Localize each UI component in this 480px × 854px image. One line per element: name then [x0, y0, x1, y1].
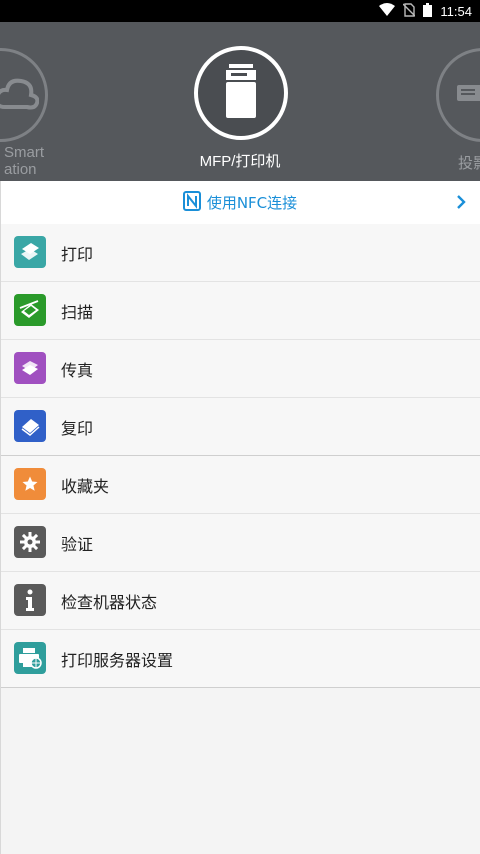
no-sim-icon — [402, 2, 416, 21]
device-label-left: Smart ation — [4, 144, 64, 178]
status-bar: 11:54 — [0, 0, 480, 22]
function-menu: 打印 扫描 传真 复印 收藏夹 验证 检查机器状态 打印服务器设置 — [0, 224, 480, 688]
nfc-connect-button[interactable]: 使用NFC连接 — [0, 181, 480, 225]
device-label-center: MFP/打印机 — [199, 153, 281, 170]
menu-item-print[interactable]: 打印 — [0, 224, 480, 282]
cloud-icon — [0, 75, 40, 117]
print-icon — [14, 236, 46, 268]
menu-label-copy: 复印 — [61, 418, 94, 438]
menu-item-fax[interactable]: 传真 — [0, 340, 480, 398]
nfc-connect-content: 使用NFC连接 — [182, 190, 298, 215]
menu-label-print-server-settings: 打印服务器设置 — [61, 650, 174, 670]
menu-label-authentication: 验证 — [61, 534, 94, 554]
scan-icon — [14, 294, 46, 326]
copy-icon — [14, 410, 46, 442]
nfc-connect-label: 使用NFC连接 — [206, 194, 298, 212]
device-carousel[interactable]: Smart ation MFP/打印机 投影 — [0, 22, 480, 181]
battery-icon — [423, 2, 433, 21]
projector-icon — [457, 85, 480, 109]
menu-item-scan[interactable]: 扫描 — [0, 282, 480, 340]
print-server-icon — [14, 642, 46, 674]
nfc-icon — [182, 190, 201, 215]
device-mfp-printer[interactable] — [194, 46, 288, 140]
info-icon — [14, 584, 46, 616]
device-label-left-line1: Smart — [4, 144, 45, 161]
menu-item-favorites[interactable]: 收藏夹 — [0, 456, 480, 514]
menu-label-favorites: 收藏夹 — [61, 476, 110, 496]
chevron-right-icon — [456, 194, 466, 214]
menu-label-scan: 扫描 — [61, 302, 94, 322]
status-icons: 11:54 — [379, 0, 472, 22]
mfp-printer-icon — [223, 64, 259, 122]
fax-icon — [14, 352, 46, 384]
status-time: 11:54 — [440, 3, 472, 19]
star-icon — [14, 468, 46, 500]
device-projector[interactable] — [436, 48, 480, 142]
divider — [0, 181, 1, 854]
device-label-left-line2: ation — [4, 161, 37, 178]
device-label-right: 投影 — [458, 155, 480, 172]
menu-label-print: 打印 — [61, 244, 94, 264]
menu-item-machine-status[interactable]: 检查机器状态 — [0, 572, 480, 630]
menu-label-machine-status: 检查机器状态 — [61, 592, 158, 612]
device-smart-operation[interactable] — [0, 48, 48, 142]
menu-item-authentication[interactable]: 验证 — [0, 514, 480, 572]
menu-item-copy[interactable]: 复印 — [0, 398, 480, 456]
menu-item-print-server-settings[interactable]: 打印服务器设置 — [0, 630, 480, 688]
gear-icon — [14, 526, 46, 558]
wifi-icon — [379, 2, 396, 21]
menu-label-fax: 传真 — [61, 360, 94, 380]
